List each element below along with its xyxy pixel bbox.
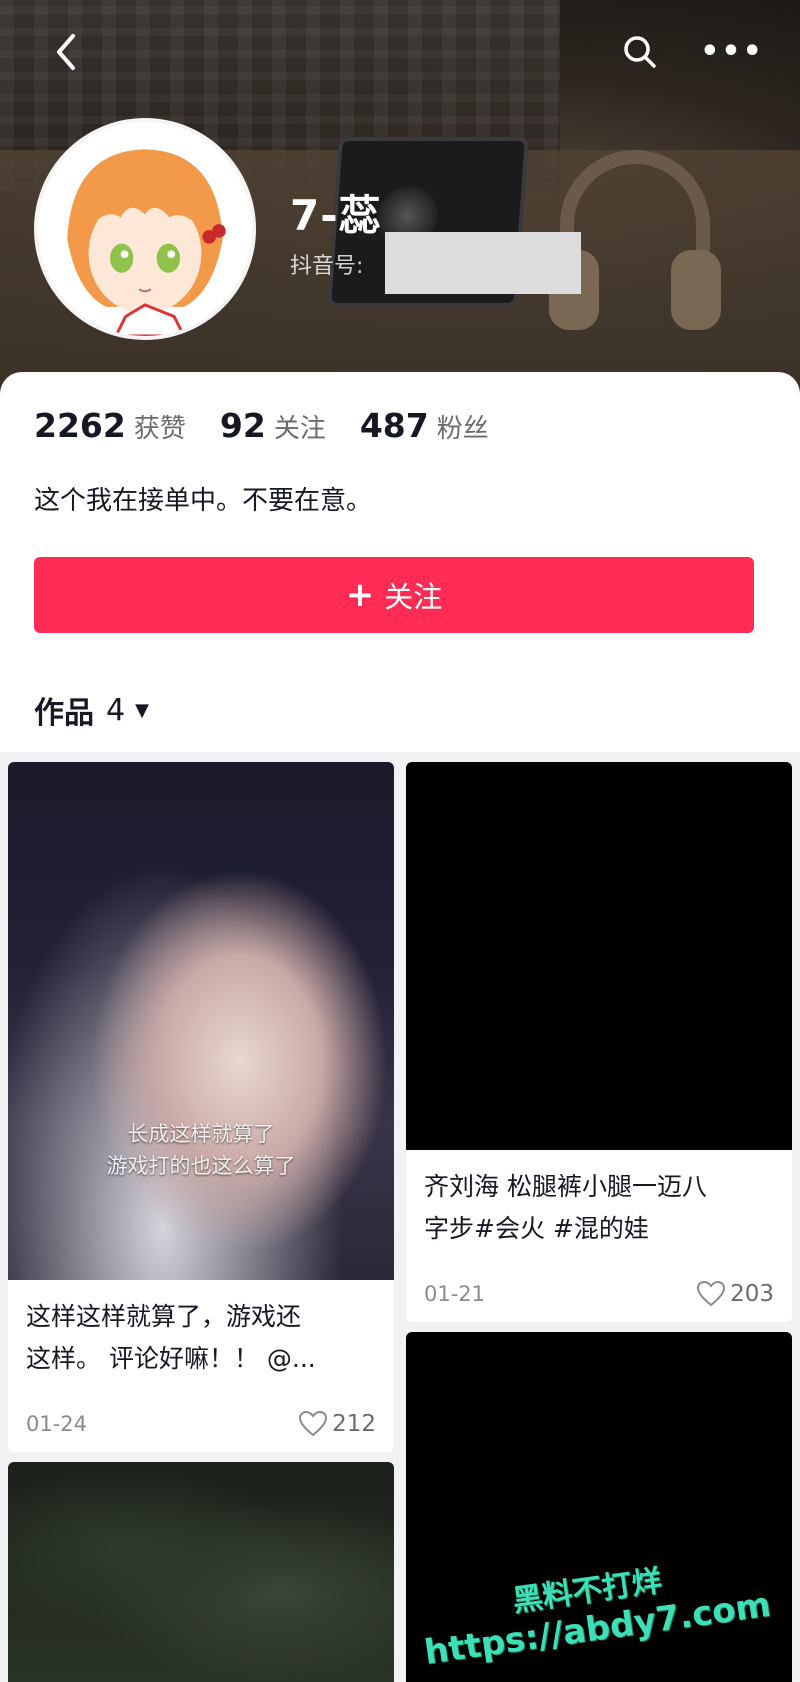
post-thumbnail: 长成这样就算了 游戏打的也这么算了 <box>8 762 394 1280</box>
stat-likes[interactable]: 2262 获赞 <box>34 406 186 445</box>
stat-following[interactable]: 92 关注 <box>220 406 326 445</box>
post-caption: 这样这样就算了，游戏还 这样。 评论好嘛！！ @... <box>8 1280 394 1380</box>
follow-button-label: 关注 <box>384 580 443 614</box>
post-likes[interactable]: 203 <box>696 1280 774 1308</box>
stat-label: 获赞 <box>133 414 186 444</box>
post-meta: 01-24 212 <box>26 1410 376 1438</box>
profile-stats: 2262 获赞 92 关注 487 粉丝 <box>34 406 523 445</box>
post-card[interactable]: 长成这样就算了 游戏打的也这么算了 这样这样就算了，游戏还 这样。 评论好嘛！！… <box>8 762 394 1452</box>
post-date: 01-24 <box>26 1412 88 1436</box>
caption-line: 这样。 评论好嘛！！ @... <box>26 1344 316 1373</box>
caret-down-icon: ▼ <box>135 699 149 721</box>
chevron-left-icon <box>57 34 75 70</box>
works-tab-count: 4 <box>106 692 126 728</box>
search-button[interactable] <box>618 30 662 74</box>
overlay-line: 游戏打的也这么算了 <box>106 1154 296 1178</box>
post-card[interactable] <box>8 1462 394 1682</box>
profile-panel: 2262 获赞 92 关注 487 粉丝 这个我在接单中。不要在意。 + 关注 … <box>0 372 800 752</box>
back-button[interactable] <box>44 30 88 74</box>
stat-value: 92 <box>219 406 266 445</box>
plus-icon: + <box>345 575 375 615</box>
follow-button[interactable]: + 关注 <box>34 557 754 633</box>
post-card[interactable]: 齐刘海 松腿裤小腿一迈八 字步#会火 #混的娃 01-21 203 <box>406 762 792 1322</box>
nickname: 7-蕊 <box>290 191 382 240</box>
more-icon: ••• <box>700 34 764 69</box>
stat-label: 粉丝 <box>436 414 489 444</box>
post-date: 01-21 <box>424 1282 486 1306</box>
stat-label: 关注 <box>273 414 326 444</box>
likes-count: 212 <box>332 1411 376 1437</box>
thumbnail-overlay-text: 长成这样就算了 游戏打的也这么算了 <box>8 1118 394 1182</box>
heart-icon <box>299 1410 328 1437</box>
post-caption: 齐刘海 松腿裤小腿一迈八 字步#会火 #混的娃 <box>406 1150 792 1250</box>
heart-icon <box>697 1280 726 1307</box>
profile-bio: 这个我在接单中。不要在意。 <box>34 486 373 516</box>
post-thumbnail <box>8 1462 394 1682</box>
post-likes[interactable]: 212 <box>298 1410 376 1438</box>
douyin-id-redaction <box>385 232 581 294</box>
overlay-line: 长成这样就算了 <box>127 1122 275 1146</box>
profile-header: ••• 7-蕊 抖音号: <box>0 0 800 400</box>
caption-line: 齐刘海 松腿裤小腿一迈八 <box>424 1172 707 1201</box>
stat-followers[interactable]: 487 粉丝 <box>360 406 489 445</box>
more-button[interactable]: ••• <box>700 30 762 74</box>
avatar[interactable] <box>34 118 256 340</box>
stat-value: 2262 <box>34 406 126 445</box>
likes-count: 203 <box>730 1281 774 1307</box>
post-meta: 01-21 203 <box>424 1280 774 1308</box>
douyin-id-label: 抖音号: <box>290 254 364 279</box>
search-icon <box>624 36 656 68</box>
works-tab-label: 作品 <box>34 696 94 731</box>
caption-line: 字步#会火 #混的娃 <box>424 1214 649 1243</box>
post-thumbnail <box>406 762 792 1150</box>
caption-line: 这样这样就算了，游戏还 <box>26 1302 302 1331</box>
stat-value: 487 <box>359 406 429 445</box>
tab-works[interactable]: 作品 4 ▼ <box>34 688 149 732</box>
anime-girl-avatar-image <box>38 122 252 336</box>
